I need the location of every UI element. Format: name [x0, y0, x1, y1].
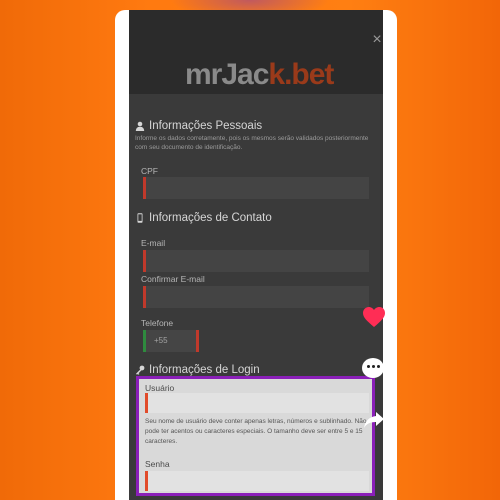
- section-title-contact: Informações de Contato: [135, 212, 272, 224]
- email-input[interactable]: [143, 250, 369, 272]
- cpf-input[interactable]: [143, 177, 369, 199]
- phone-country-code[interactable]: +55: [143, 330, 199, 352]
- key-icon: [136, 365, 145, 375]
- username-input[interactable]: [145, 393, 369, 413]
- section-title-text: Informações de Contato: [149, 212, 272, 224]
- section-title-login: Informações de Login: [135, 364, 260, 376]
- confirm-email-input[interactable]: [143, 286, 369, 308]
- user-icon: [135, 121, 145, 131]
- phone-label: Telefone: [141, 318, 174, 328]
- section-description: Informe os dados corretamente, pois os m…: [135, 135, 369, 151]
- brand-logo: mrJack.bet: [185, 58, 334, 92]
- close-icon[interactable]: ×: [369, 32, 385, 48]
- section-title-personal: Informações Pessoais: [135, 120, 262, 132]
- password-input[interactable]: [145, 471, 369, 491]
- cpf-label: CPF: [141, 166, 158, 176]
- section-title-text: Informações de Login: [149, 364, 260, 376]
- logo-text-white: mrJac: [185, 58, 269, 91]
- heart-icon[interactable]: [362, 306, 386, 328]
- section-title-text: Informações Pessoais: [149, 120, 263, 132]
- logo-text-red: k.bet: [268, 58, 334, 91]
- login-highlight-box: Usuário Seu nome de usuário deve conter …: [136, 376, 375, 496]
- password-label: Senha: [145, 459, 170, 469]
- username-help-text: Seu nome de usuário deve conter apenas l…: [145, 418, 367, 445]
- mobile-phone-icon: [137, 213, 143, 223]
- email-label: E-mail: [141, 238, 166, 248]
- chat-bubble-icon[interactable]: [362, 358, 384, 378]
- share-arrow-icon[interactable]: [362, 410, 386, 430]
- username-label: Usuário: [145, 383, 175, 393]
- confirm-email-label: Confirmar E-mail: [141, 274, 205, 284]
